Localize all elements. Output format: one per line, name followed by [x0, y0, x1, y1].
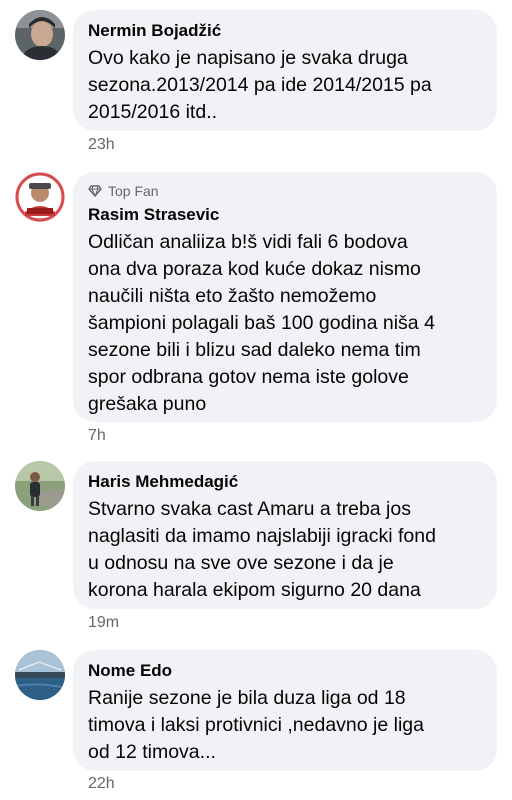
avatar[interactable] [15, 10, 65, 60]
avatar[interactable] [15, 650, 65, 700]
avatar-photo-icon [15, 461, 65, 511]
top-fan-badge: Top Fan [88, 182, 483, 200]
avatar-logo-icon [15, 172, 65, 222]
comment-bubble: Top Fan Rasim Strasevic Odličan analiiza… [73, 172, 497, 422]
avatar-landscape-icon [15, 650, 65, 700]
comment-bubble: Nome Edo Ranije sezone je bila duza liga… [73, 650, 497, 771]
comment-text: Stvarno svaka cast Amaru a treba jos nag… [88, 498, 436, 601]
comment-text: Ranije sezone je bila duza liga od 18 ti… [88, 687, 424, 763]
comment-author[interactable]: Nermin Bojadžić [88, 20, 483, 42]
comment-time[interactable]: 22h [88, 775, 115, 793]
comment-time[interactable]: 7h [88, 427, 106, 445]
avatar-photo-icon [15, 10, 65, 60]
avatar[interactable] [15, 172, 65, 222]
comment-time[interactable]: 23h [88, 136, 115, 154]
comment-author[interactable]: Nome Edo [88, 660, 483, 682]
comment-author[interactable]: Rasim Strasevic [88, 204, 483, 226]
comment-bubble: Haris Mehmedagić Stvarno svaka cast Amar… [73, 461, 497, 609]
comment-text: Ovo kako je napisano je svaka druga sezo… [88, 47, 432, 123]
diamond-icon [88, 185, 102, 197]
comment-time[interactable]: 19m [88, 614, 119, 632]
comment-author[interactable]: Haris Mehmedagić [88, 471, 483, 493]
top-fan-label: Top Fan [108, 183, 159, 199]
avatar[interactable] [15, 461, 65, 511]
comment-bubble: Nermin Bojadžić Ovo kako je napisano je … [73, 10, 497, 131]
comment-text: Odličan analiiza b!š vidi fali 6 bodova … [88, 231, 435, 415]
